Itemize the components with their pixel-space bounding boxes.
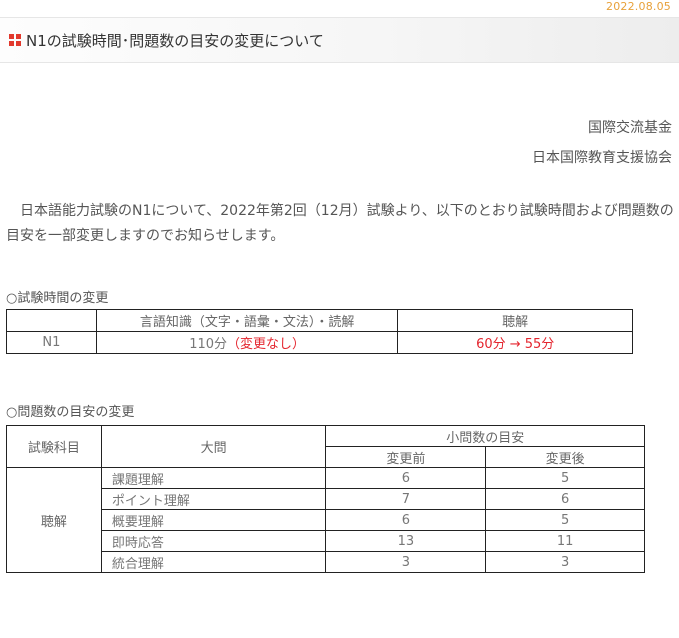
subject-cell: 聴解 — [6, 467, 102, 573]
section-name: 課題理解 — [100, 467, 327, 489]
intro-paragraph: 日本語能力試験のN1について、2022年第2回（12月）試験より、以下のとおり試… — [6, 203, 674, 244]
table-header-row: 試験科目 大問 小問数の目安 — [6, 425, 645, 468]
table-row: 統合理解 3 3 — [7, 551, 645, 573]
before-value: 6 — [325, 509, 487, 531]
before-value: 6 — [325, 467, 487, 489]
header-after: 変更後 — [485, 446, 645, 468]
listening-time-change: 60分 → 55分 — [397, 331, 633, 354]
table-row: 概要理解 6 5 — [7, 509, 645, 531]
table-row: N1 110分（変更なし） 60分 → 55分 — [6, 331, 633, 354]
header-before: 変更前 — [325, 446, 487, 468]
before-value: 13 — [325, 530, 487, 552]
section-title-count: ○問題数の目安の変更 — [6, 405, 135, 420]
grid-bullet-icon — [9, 34, 21, 46]
section-name: 即時応答 — [100, 530, 327, 552]
organization-japan-foundation: 国際交流基金 — [588, 120, 672, 136]
after-value: 3 — [485, 551, 645, 573]
page-title: N1の試験時間･問題数の目安の変更について — [26, 31, 324, 50]
table-row: 聴解 課題理解 6 5 — [6, 467, 645, 573]
section-name: ポイント理解 — [100, 488, 327, 510]
knowledge-time-cell: 110分（変更なし） — [95, 331, 399, 354]
publish-date: 2022.08.05 — [606, 0, 671, 13]
section-name: 統合理解 — [100, 551, 327, 573]
level-cell: N1 — [6, 331, 97, 354]
table-header-row: 言語知識（文字・語彙・文法）・読解 聴解 — [6, 309, 633, 332]
table-row: ポイント理解 7 6 — [7, 488, 645, 510]
knowledge-time: 110分 — [189, 337, 228, 352]
no-change-note: （変更なし） — [227, 337, 306, 352]
before-value: 7 — [325, 488, 487, 510]
header-guideline: 小問数の目安 — [325, 425, 645, 447]
header-section: 大問 — [100, 425, 327, 468]
before-value: 3 — [325, 551, 487, 573]
table-header-cell: 言語知識（文字・語彙・文法）・読解 — [95, 309, 399, 332]
title-bar: N1の試験時間･問題数の目安の変更について — [0, 17, 679, 63]
table-header-cell — [6, 309, 97, 332]
organization-jees: 日本国際教育支援協会 — [532, 150, 672, 166]
after-value: 5 — [485, 467, 645, 489]
table-header-cell: 聴解 — [397, 309, 633, 332]
after-value: 6 — [485, 488, 645, 510]
question-count-table: 試験科目 大問 小問数の目安 変更前 変更後 聴解 課題理解 6 5 ポイント理… — [6, 425, 645, 573]
exam-time-table: 言語知識（文字・語彙・文法）・読解 聴解 N1 110分（変更なし） 60分 →… — [6, 309, 633, 354]
section-title-time: ○試験時間の変更 — [6, 291, 109, 306]
table-row: 即時応答 13 11 — [7, 530, 645, 552]
header-subject: 試験科目 — [6, 425, 102, 468]
section-name: 概要理解 — [100, 509, 327, 531]
after-value: 5 — [485, 509, 645, 531]
after-value: 11 — [485, 530, 645, 552]
